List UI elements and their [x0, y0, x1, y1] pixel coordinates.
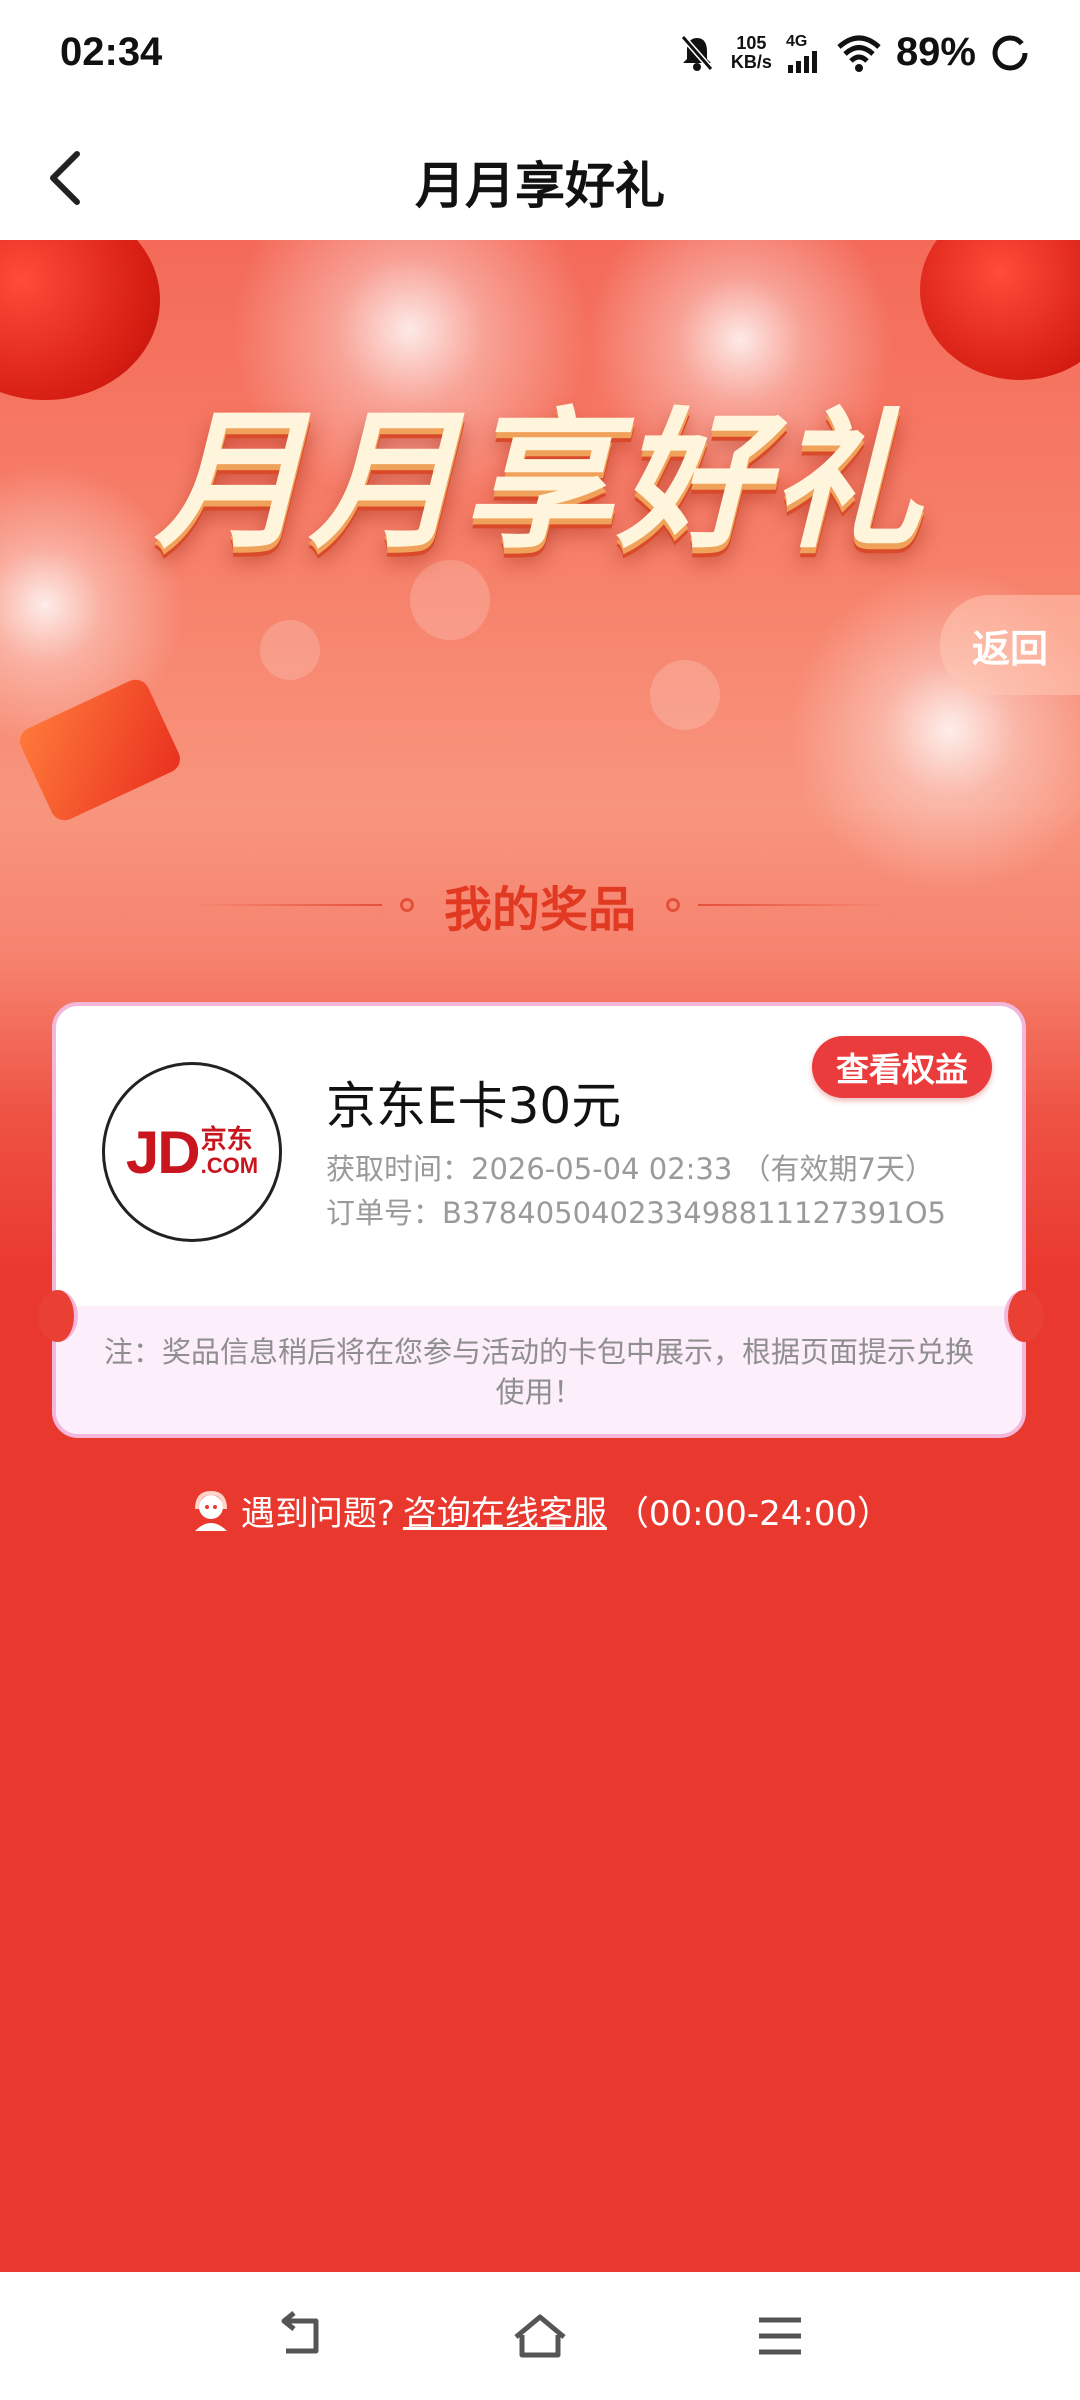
- nav-back-icon: [281, 2311, 319, 2354]
- status-bar: 02:34 105 KB/s 4G 89%: [0, 0, 1080, 116]
- hero-title: 月月享好礼: [154, 395, 925, 569]
- card-notch-left: [38, 1290, 78, 1342]
- status-icons: 105 KB/s 4G 89%: [677, 30, 1030, 75]
- return-label: 返回: [971, 626, 1048, 671]
- bokeh-decoration: [650, 660, 720, 730]
- bokeh-decoration: [260, 620, 320, 680]
- help-row: 遇到问题? 咨询在线客服 （00:00-24:00）: [0, 1486, 1080, 1535]
- divider-line: [191, 904, 382, 906]
- online-support-link[interactable]: 咨询在线客服: [403, 1486, 607, 1535]
- speed-unit: KB/s: [730, 51, 772, 72]
- prize-name: 京东E卡30元: [326, 1077, 622, 1135]
- divider-dot: [399, 898, 414, 912]
- divider-dot: [666, 898, 680, 912]
- prize-acquired-time: 获取时间：2026-05-04 02:33 （有效期7天）: [326, 1152, 934, 1186]
- help-prefix: 遇到问题?: [240, 1494, 395, 1534]
- battery-level: 89%: [895, 30, 976, 74]
- customer-service-icon: [194, 1490, 227, 1531]
- mute-bell-icon: [680, 34, 714, 71]
- page-title: 月月享好礼: [415, 157, 665, 215]
- network-type: 4G: [785, 32, 808, 50]
- jd-logo: JD 京东 .COM: [102, 1062, 282, 1242]
- battery-ring-icon: [992, 35, 1028, 70]
- section-header: 我的奖品: [0, 865, 1080, 945]
- nav-home-button[interactable]: [500, 2306, 580, 2366]
- prize-note-text: 注：奖品信息稍后将在您参与活动的卡包中展示，根据页面提示兑换使用！: [103, 1335, 974, 1409]
- system-nav-bar: [0, 2272, 1080, 2400]
- network-speed: 105 KB/s: [730, 32, 772, 72]
- prize-card: JD 京东 .COM 京东E卡30元 获取时间：2026-05-04 02:33…: [52, 1002, 1026, 1438]
- signal-bars-icon: [787, 50, 817, 73]
- app-header: 月月享好礼: [0, 116, 1080, 240]
- nav-menu-button[interactable]: [740, 2306, 820, 2366]
- logo-jd-text: JD: [125, 1118, 201, 1186]
- card-notch-right: [1004, 1290, 1044, 1342]
- status-time: 02:34: [60, 30, 163, 74]
- return-button[interactable]: 返回: [940, 595, 1080, 695]
- logo-cn-text: 京东: [200, 1125, 253, 1155]
- speed-value: 105: [736, 32, 767, 53]
- divider-line: [698, 904, 888, 906]
- support-hours: （00:00-24:00）: [614, 1494, 892, 1534]
- menu-icon: [759, 2317, 801, 2355]
- home-icon: [514, 2314, 566, 2358]
- wifi-icon: [837, 35, 881, 72]
- prize-note-area: 注：奖品信息稍后将在您参与活动的卡包中展示，根据页面提示兑换使用！: [56, 1306, 1022, 1434]
- nav-back-button[interactable]: [260, 2306, 340, 2366]
- logo-com-text: .COM: [200, 1153, 259, 1178]
- section-title: 我的奖品: [443, 882, 636, 938]
- prize-order-number: 订单号：B378405040233498811127391O5: [326, 1196, 946, 1230]
- lantern-decoration: [920, 240, 1080, 380]
- cell-signal: 4G: [786, 33, 822, 73]
- view-benefits-button[interactable]: 查看权益: [812, 1036, 992, 1098]
